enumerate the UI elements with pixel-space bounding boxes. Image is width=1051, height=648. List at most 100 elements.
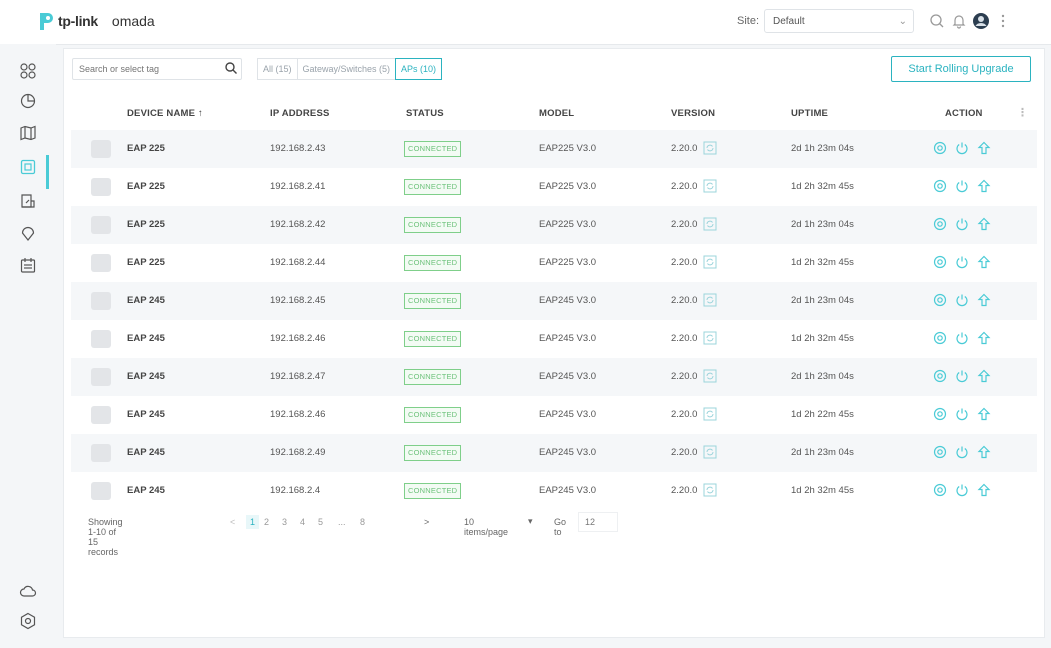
table-row[interactable]: EAP 225 192.168.2.41 CONNECTED EAP225 V3.0 2… [71, 168, 1037, 206]
firmware-update-icon[interactable] [703, 369, 717, 383]
map-icon[interactable] [19, 124, 37, 142]
next-page-button[interactable]: > [424, 517, 429, 527]
table-row[interactable]: EAP 245 192.168.2.49 CONNECTED EAP245 V3.0 2… [71, 434, 1037, 472]
upgrade-icon[interactable] [977, 293, 991, 307]
upgrade-icon[interactable] [977, 407, 991, 421]
table-row[interactable]: EAP 225 192.168.2.43 CONNECTED EAP225 V3.0 2… [71, 130, 1037, 168]
upgrade-icon[interactable] [977, 331, 991, 345]
column-settings-icon[interactable]: ⋮ [1017, 106, 1028, 119]
upgrade-icon[interactable] [977, 255, 991, 269]
site-select[interactable]: Default ⌄ [764, 9, 914, 33]
column-header-uptime[interactable]: UPTIME [791, 108, 828, 119]
table-row[interactable]: EAP 225 192.168.2.42 CONNECTED EAP225 V3.0 2… [71, 206, 1037, 244]
filter-tab[interactable]: APs (10) [395, 58, 443, 80]
upgrade-icon[interactable] [977, 445, 991, 459]
page-number-button[interactable]: 2 [264, 517, 269, 527]
reboot-icon[interactable] [955, 483, 969, 497]
reboot-icon[interactable] [955, 217, 969, 231]
filter-tab[interactable]: All (15) [257, 58, 298, 80]
column-header-ip-address[interactable]: IP ADDRESS [270, 108, 330, 119]
locate-icon[interactable] [933, 369, 947, 383]
locate-icon[interactable] [933, 179, 947, 193]
firmware-update-icon[interactable] [703, 141, 717, 155]
device-name[interactable]: EAP 245 [127, 333, 165, 344]
locate-icon[interactable] [933, 445, 947, 459]
settings-icon[interactable] [19, 612, 37, 630]
upgrade-icon[interactable] [977, 217, 991, 231]
column-header-model[interactable]: MODEL [539, 108, 574, 119]
table-row[interactable]: EAP 245 192.168.2.46 CONNECTED EAP245 V3.0 2… [71, 396, 1037, 434]
table-row[interactable]: EAP 245 192.168.2.46 CONNECTED EAP245 V3.0 2… [71, 320, 1037, 358]
firmware-update-icon[interactable] [703, 217, 717, 231]
upgrade-icon[interactable] [977, 179, 991, 193]
page-number-button[interactable]: 5 [318, 517, 323, 527]
locate-icon[interactable] [933, 141, 947, 155]
start-rolling-upgrade-button[interactable]: Start Rolling Upgrade [891, 56, 1031, 82]
search-input[interactable] [72, 58, 242, 80]
table-row[interactable]: EAP 245 192.168.2.4 CONNECTED EAP245 V3.0 2.… [71, 472, 1037, 510]
locate-icon[interactable] [933, 217, 947, 231]
page-number-button[interactable]: 8 [360, 517, 365, 527]
locate-icon[interactable] [933, 483, 947, 497]
column-header-status[interactable]: STATUS [406, 108, 444, 119]
firmware-update-icon[interactable] [703, 255, 717, 269]
device-name[interactable]: EAP 245 [127, 371, 165, 382]
device-name[interactable]: EAP 225 [127, 181, 165, 192]
cloud-icon[interactable] [19, 582, 37, 600]
prev-page-button[interactable]: < [230, 517, 235, 527]
reboot-icon[interactable] [955, 369, 969, 383]
device-name[interactable]: EAP 225 [127, 219, 165, 230]
upgrade-icon[interactable] [977, 141, 991, 155]
upgrade-icon[interactable] [977, 483, 991, 497]
dashboard-icon[interactable] [19, 62, 37, 80]
upgrade-icon[interactable] [977, 369, 991, 383]
reboot-icon[interactable] [955, 293, 969, 307]
locate-icon[interactable] [933, 293, 947, 307]
locate-icon[interactable] [933, 255, 947, 269]
firmware-update-icon[interactable] [703, 179, 717, 193]
locate-icon[interactable] [933, 407, 947, 421]
device-name[interactable]: EAP 225 [127, 143, 165, 154]
page-number-button[interactable]: 4 [300, 517, 305, 527]
device-name[interactable]: EAP 225 [127, 257, 165, 268]
search-icon[interactable] [224, 61, 238, 75]
filter-tab[interactable]: Gateway/Switches (5) [296, 58, 397, 80]
reboot-icon[interactable] [955, 407, 969, 421]
column-header-device-name[interactable]: DEVICE NAME ↑ [127, 108, 203, 119]
reboot-icon[interactable] [955, 255, 969, 269]
search-icon[interactable] [928, 12, 946, 30]
page-number-button[interactable]: 1 [246, 515, 260, 529]
page-number-button[interactable]: ... [338, 517, 346, 527]
reboot-icon[interactable] [955, 331, 969, 345]
devices-icon[interactable] [19, 158, 37, 176]
reports-icon[interactable] [19, 256, 37, 274]
insight-icon[interactable] [19, 224, 37, 242]
device-name[interactable]: EAP 245 [127, 447, 165, 458]
device-thumbnail [91, 216, 111, 234]
device-name[interactable]: EAP 245 [127, 295, 165, 306]
device-name[interactable]: EAP 245 [127, 485, 165, 496]
table-row[interactable]: EAP 225 192.168.2.44 CONNECTED EAP225 V3.0 2… [71, 244, 1037, 282]
table-row[interactable]: EAP 245 192.168.2.47 CONNECTED EAP245 V3.0 2… [71, 358, 1037, 396]
column-header-version[interactable]: VERSION [671, 108, 715, 119]
more-vertical-icon[interactable] [994, 12, 1012, 30]
reboot-icon[interactable] [955, 141, 969, 155]
table-row[interactable]: EAP 245 192.168.2.45 CONNECTED EAP245 V3.0 2… [71, 282, 1037, 320]
device-name[interactable]: EAP 245 [127, 409, 165, 420]
reboot-icon[interactable] [955, 179, 969, 193]
locate-icon[interactable] [933, 331, 947, 345]
firmware-update-icon[interactable] [703, 293, 717, 307]
firmware-update-icon[interactable] [703, 445, 717, 459]
firmware-update-icon[interactable] [703, 407, 717, 421]
firmware-update-icon[interactable] [703, 483, 717, 497]
items-per-page-select[interactable]: 10 items/page [464, 517, 508, 537]
statistics-icon[interactable] [19, 92, 37, 110]
bell-icon[interactable] [950, 12, 968, 30]
reboot-icon[interactable] [955, 445, 969, 459]
page-number-button[interactable]: 3 [282, 517, 287, 527]
user-avatar[interactable] [972, 12, 990, 30]
goto-page-input[interactable] [578, 512, 618, 532]
logo[interactable]: tp-link omada [32, 10, 155, 32]
firmware-update-icon[interactable] [703, 331, 717, 345]
logs-icon[interactable] [19, 192, 37, 210]
